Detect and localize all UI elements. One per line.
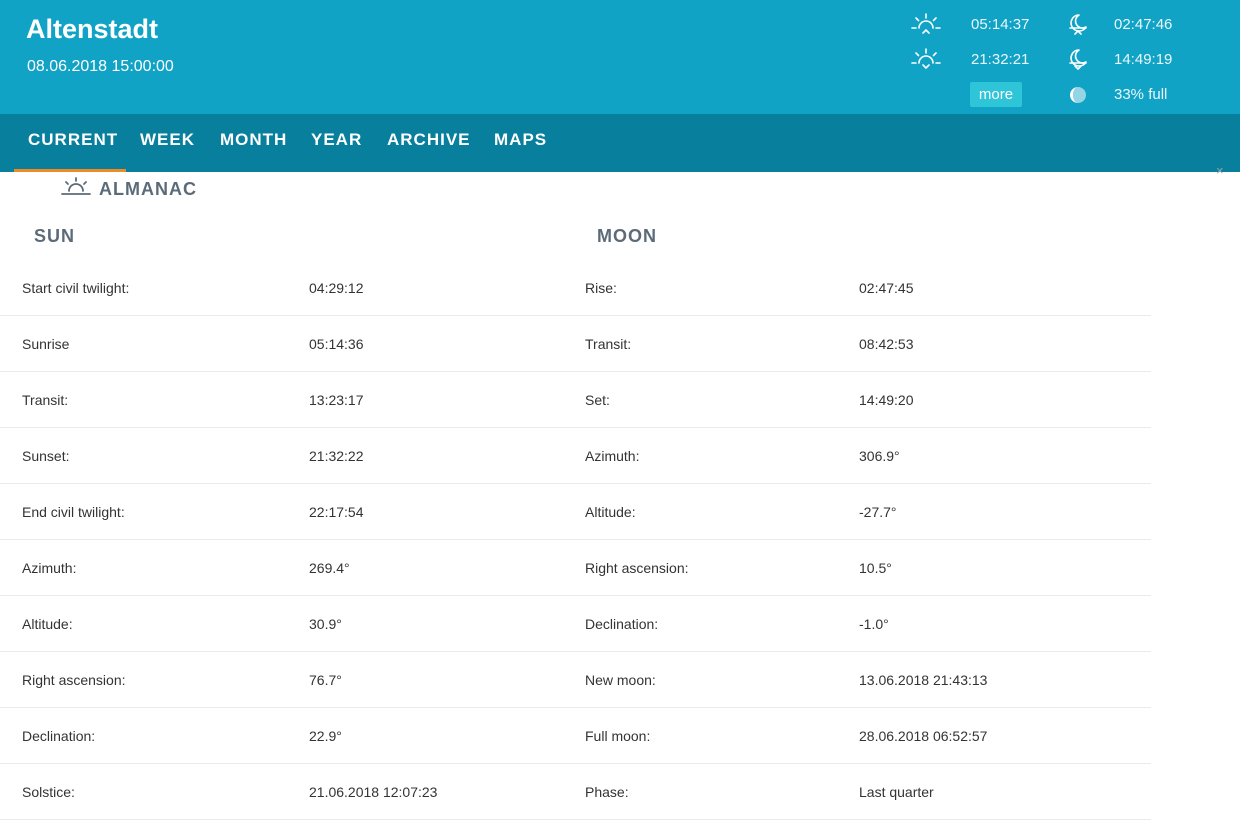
row-label: Start civil twilight: <box>22 280 130 296</box>
table-row: Altitude: -27.7° <box>563 484 1151 540</box>
row-value: 08:42:53 <box>859 336 914 352</box>
row-value: 04:29:12 <box>309 280 364 296</box>
row-value: 21:32:22 <box>309 448 364 464</box>
moon-phase-icon <box>1062 82 1094 108</box>
row-label: Right ascension: <box>585 560 689 576</box>
row-value: 269.4° <box>309 560 350 576</box>
row-label: Transit: <box>585 336 632 352</box>
row-value: Last quarter <box>859 784 934 800</box>
row-value: 306.9° <box>859 448 900 464</box>
tab-week[interactable]: WEEK <box>140 114 195 172</box>
row-value: -1.0° <box>859 616 889 632</box>
row-label: Azimuth: <box>585 448 640 464</box>
moonset-icon <box>1062 46 1094 72</box>
row-label: Transit: <box>22 392 69 408</box>
tab-year[interactable]: YEAR <box>311 114 362 172</box>
row-label: Right ascension: <box>22 672 126 688</box>
table-row: New moon: 13.06.2018 21:43:13 <box>563 652 1151 708</box>
active-tab-indicator <box>14 169 126 172</box>
row-value: 13.06.2018 21:43:13 <box>859 672 988 688</box>
station-datetime: 08.06.2018 15:00:00 <box>27 58 174 75</box>
row-label: Altitude: <box>22 616 73 632</box>
moonrise-icon <box>1062 11 1094 37</box>
row-label: Declination: <box>22 728 96 744</box>
row-value: 28.06.2018 06:52:57 <box>859 728 988 744</box>
row-label: Set: <box>585 392 610 408</box>
moonrise-time: 02:47:46 <box>1114 16 1173 33</box>
station-header: Altenstadt 08.06.2018 15:00:00 05:14:37 … <box>0 0 1240 114</box>
sun-section-title: SUN <box>34 226 76 246</box>
row-label: New moon: <box>585 672 656 688</box>
table-row: Phase: Last quarter <box>563 764 1151 820</box>
moon-section-title: MOON <box>597 226 657 246</box>
row-value: 76.7° <box>309 672 342 688</box>
table-row: Sunrise 05:14:36 <box>0 316 588 372</box>
table-row: Full moon: 28.06.2018 06:52:57 <box>563 708 1151 764</box>
row-value: 13:23:17 <box>309 392 364 408</box>
row-value: 22:17:54 <box>309 504 364 520</box>
table-row: Start civil twilight: 04:29:12 <box>0 260 588 316</box>
row-label: Altitude: <box>585 504 636 520</box>
moon-table: Rise: 02:47:45 Transit: 08:42:53 Set: 14:49… <box>563 260 1151 820</box>
row-label: Declination: <box>585 616 659 632</box>
close-icon[interactable]: × <box>1216 164 1224 178</box>
tab-month[interactable]: MONTH <box>220 114 287 172</box>
table-row: Rise: 02:47:45 <box>563 260 1151 316</box>
table-row: Altitude: 30.9° <box>0 596 588 652</box>
row-value: 02:47:45 <box>859 280 914 296</box>
sunset-icon <box>910 46 942 72</box>
sunrise-time: 05:14:37 <box>971 16 1030 33</box>
station-name: Altenstadt <box>26 14 159 44</box>
table-row: Set: 14:49:20 <box>563 372 1151 428</box>
more-button[interactable]: more <box>970 82 1022 107</box>
sunrise-icon <box>910 11 942 37</box>
sunset-time: 21:32:21 <box>971 51 1030 68</box>
row-label: Sunset: <box>22 448 70 464</box>
row-value: 14:49:20 <box>859 392 914 408</box>
row-label: Sunrise <box>22 336 70 352</box>
table-row: End civil twilight: 22:17:54 <box>0 484 588 540</box>
table-row: Declination: 22.9° <box>0 708 588 764</box>
row-value: 30.9° <box>309 616 342 632</box>
table-row: Azimuth: 306.9° <box>563 428 1151 484</box>
almanac-title: ALMANAC <box>99 179 197 199</box>
row-label: End civil twilight: <box>22 504 125 520</box>
tab-current[interactable]: CURRENT <box>28 114 118 172</box>
row-label: Azimuth: <box>22 560 77 576</box>
table-row: Transit: 08:42:53 <box>563 316 1151 372</box>
row-value: 22.9° <box>309 728 342 744</box>
main-nav: CURRENT WEEK MONTH YEAR ARCHIVE MAPS <box>0 114 1240 172</box>
table-row: Azimuth: 269.4° <box>0 540 588 596</box>
row-label: Rise: <box>585 280 617 296</box>
table-row: Declination: -1.0° <box>563 596 1151 652</box>
table-row: Right ascension: 10.5° <box>563 540 1151 596</box>
tab-archive[interactable]: ARCHIVE <box>387 114 471 172</box>
sun-table: Start civil twilight: 04:29:12 Sunrise 05:… <box>0 260 588 820</box>
row-value: 05:14:36 <box>309 336 364 352</box>
row-label: Phase: <box>585 784 629 800</box>
moon-phase-text: 33% full <box>1114 86 1168 103</box>
row-label: Solstice: <box>22 784 75 800</box>
row-label: Full moon: <box>585 728 651 744</box>
table-row: Right ascension: 76.7° <box>0 652 588 708</box>
table-row: Solstice: 21.06.2018 12:07:23 <box>0 764 588 820</box>
tab-maps[interactable]: MAPS <box>494 114 547 172</box>
table-row: Transit: 13:23:17 <box>0 372 588 428</box>
almanac-icon <box>60 176 92 198</box>
table-row: Sunset: 21:32:22 <box>0 428 588 484</box>
row-value: 21.06.2018 12:07:23 <box>309 784 438 800</box>
row-value: -27.7° <box>859 504 897 520</box>
row-value: 10.5° <box>859 560 892 576</box>
moonset-time: 14:49:19 <box>1114 51 1173 68</box>
